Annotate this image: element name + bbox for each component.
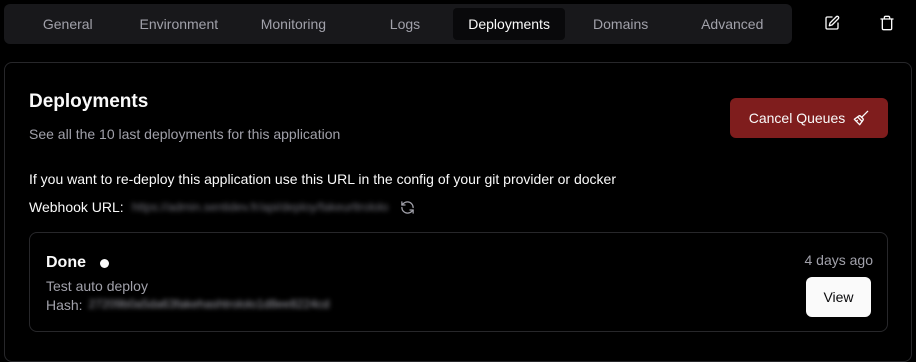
tab-logs[interactable]: Logs (357, 8, 454, 40)
edit-button[interactable] (815, 8, 849, 42)
tab-environment[interactable]: Environment (128, 8, 231, 40)
top-bar: General Environment Monitoring Logs Depl… (0, 0, 916, 52)
webhook-url[interactable]: https://admin.sentidev.fr/api/deploy/fak… (132, 200, 389, 214)
delete-button[interactable] (870, 8, 904, 42)
tab-domains[interactable]: Domains (565, 8, 677, 40)
cancel-queues-button[interactable]: Cancel Queues (730, 98, 888, 138)
hash-value: 27209b0a5da63fakehashtrololo1d8ee8224cd (88, 297, 330, 311)
deployment-status-label: Done (46, 254, 86, 271)
webhook-label: Webhook URL: (29, 199, 124, 215)
view-button[interactable]: View (806, 277, 871, 317)
section-subtitle: See all the 10 last deployments for this… (29, 126, 341, 142)
tab-advanced[interactable]: Advanced (676, 8, 788, 40)
deployment-status: Done (46, 254, 109, 272)
cancel-queues-label: Cancel Queues (748, 110, 846, 126)
deployment-hash: Hash: 27209b0a5da63fakehashtrololo1d8ee8… (46, 297, 329, 313)
tab-monitoring[interactable]: Monitoring (230, 8, 357, 40)
status-dot-icon (100, 258, 109, 268)
tab-deployments[interactable]: Deployments (453, 8, 565, 40)
pencil-square-icon (824, 15, 840, 36)
deployments-card: Deployments See all the 10 last deployme… (4, 62, 912, 362)
tab-list: General Environment Monitoring Logs Depl… (4, 4, 792, 44)
refresh-icon[interactable] (400, 200, 415, 215)
deployment-time: 4 days ago (804, 252, 874, 268)
tab-general[interactable]: General (8, 8, 128, 40)
deployment-item: Done Test auto deploy Hash: 27209b0a5da6… (29, 232, 888, 332)
deployment-title: Test auto deploy (46, 278, 148, 294)
section-title: Deployments (29, 91, 149, 112)
hash-label: Hash: (46, 297, 83, 313)
broom-icon (853, 110, 869, 126)
trash-icon (879, 15, 895, 36)
webhook-row: Webhook URL: https://admin.sentidev.fr/a… (29, 197, 415, 217)
webhook-info-text: If you want to re-deploy this applicatio… (29, 171, 617, 187)
